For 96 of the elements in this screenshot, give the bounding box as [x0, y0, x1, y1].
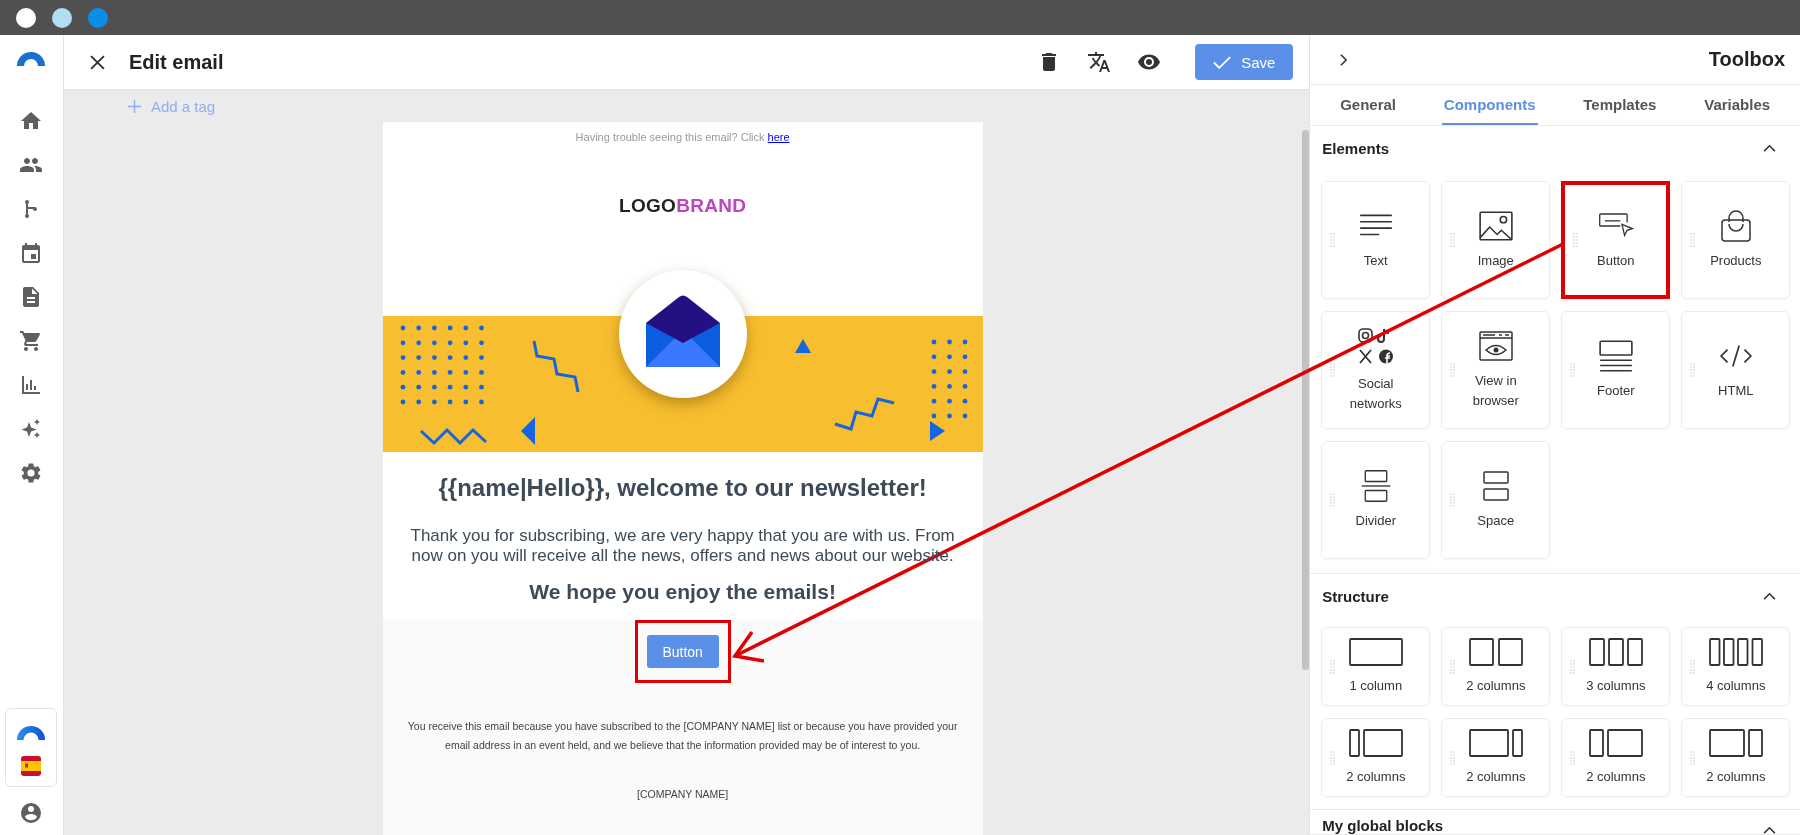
- column-layout-icon: [1468, 728, 1523, 757]
- window-dot[interactable]: [88, 7, 108, 28]
- column-layout-icon: [1708, 728, 1763, 757]
- page-title: Edit email: [128, 50, 224, 74]
- component-card[interactable]: HTML: [1681, 311, 1791, 429]
- window-dot[interactable]: [52, 7, 72, 28]
- column-layout-icon: [1588, 637, 1643, 666]
- brand-logo-icon[interactable]: [16, 723, 47, 740]
- component-label: 2 columns: [1585, 767, 1647, 786]
- component-card[interactable]: 3 columns: [1561, 627, 1671, 706]
- component-label: View in browser: [1471, 372, 1520, 410]
- component-card[interactable]: View in browser: [1441, 311, 1551, 429]
- section-title: Structure: [1322, 587, 1389, 605]
- drag-handle-icon[interactable]: [1450, 363, 1456, 377]
- drag-handle-icon[interactable]: [1690, 233, 1696, 247]
- drag-handle-icon[interactable]: [1690, 363, 1696, 377]
- component-card[interactable]: 2 columns: [1681, 718, 1791, 797]
- component-label: Image: [1476, 252, 1515, 270]
- component-card[interactable]: 2 columns: [1321, 718, 1431, 797]
- translate-icon[interactable]: [1087, 50, 1112, 74]
- drag-handle-icon[interactable]: [1450, 493, 1456, 507]
- component-card[interactable]: Space: [1441, 441, 1551, 559]
- column-layout-icon: [1348, 637, 1403, 666]
- component-card[interactable]: 4 columns: [1681, 627, 1791, 706]
- section-title: My global blocks: [1322, 817, 1444, 834]
- chevron-up-icon[interactable]: [1763, 592, 1776, 600]
- company-name: [COMPANY NAME]: [637, 788, 729, 800]
- preheader-text: Having trouble seeing this email? Click here: [575, 131, 790, 143]
- browser-eye-icon: [1477, 329, 1514, 363]
- chevron-up-icon[interactable]: [1763, 144, 1776, 152]
- column-layout-icon: [1348, 728, 1403, 757]
- component-label: 2 columns: [1345, 767, 1407, 786]
- component-card[interactable]: Text: [1321, 181, 1431, 299]
- close-icon[interactable]: [89, 54, 105, 70]
- drag-handle-icon[interactable]: [1450, 659, 1456, 674]
- component-card[interactable]: 2 columns: [1441, 627, 1551, 706]
- spain-flag-icon[interactable]: [21, 756, 42, 776]
- drag-handle-icon[interactable]: [1330, 233, 1336, 247]
- component-label: 2 columns: [1465, 676, 1527, 695]
- footer-note: You receive this email because you have subscribed to the [COMPANY NAME] list or because you have provided your email address in an event held, and we believe that the information provided may be of interest to you.: [406, 719, 959, 753]
- view-online-link[interactable]: here: [767, 131, 790, 143]
- scrollbar[interactable]: [1302, 130, 1310, 670]
- panel-tab[interactable]: Templates: [1581, 85, 1659, 125]
- component-card[interactable]: Image: [1441, 181, 1551, 299]
- component-label: Text: [1362, 252, 1389, 270]
- email-heading: {{name|Hello}}, welcome to our newsletter!: [438, 474, 927, 502]
- component-label: Divider: [1354, 512, 1397, 530]
- drag-handle-icon[interactable]: [1450, 233, 1456, 247]
- component-card[interactable]: 2 columns: [1441, 718, 1551, 797]
- component-label: Button: [1596, 252, 1636, 270]
- panel-tab[interactable]: General: [1338, 85, 1399, 125]
- drag-handle-icon[interactable]: [1330, 659, 1336, 674]
- component-card[interactable]: 1 column: [1321, 627, 1431, 706]
- drag-handle-icon[interactable]: [1330, 750, 1336, 765]
- checkmark-icon: [1213, 55, 1232, 69]
- drag-handle-icon[interactable]: [1573, 233, 1579, 247]
- component-card[interactable]: Social networks: [1321, 311, 1431, 429]
- component-label: 1 column: [1348, 676, 1404, 695]
- component-label: 2 columns: [1705, 767, 1767, 786]
- social-icons-drawing: [1355, 326, 1396, 366]
- component-label: 3 columns: [1585, 676, 1647, 695]
- email-subheading: We hope you enjoy the emails!: [529, 580, 836, 604]
- chevron-right-icon[interactable]: [1339, 52, 1349, 67]
- component-card[interactable]: 2 columns: [1561, 718, 1671, 797]
- footer-layout-icon: [1597, 339, 1634, 373]
- drag-handle-icon[interactable]: [1330, 493, 1336, 507]
- component-label: 2 columns: [1465, 767, 1527, 786]
- component-label: HTML: [1717, 382, 1755, 400]
- plus-icon: [127, 99, 141, 113]
- component-card[interactable]: Divider: [1321, 441, 1431, 559]
- column-layout-icon: [1708, 637, 1763, 666]
- component-card[interactable]: Products: [1681, 181, 1791, 299]
- drag-handle-icon[interactable]: [1690, 659, 1696, 674]
- component-label: Social networks: [1348, 375, 1403, 413]
- component-label: 4 columns: [1705, 676, 1767, 695]
- drag-handle-icon[interactable]: [1570, 659, 1576, 674]
- user-account-icon[interactable]: [19, 801, 44, 825]
- image-icon: [1477, 209, 1514, 243]
- component-label: Products: [1709, 252, 1763, 270]
- component-card[interactable]: Footer: [1561, 311, 1671, 429]
- column-layout-icon: [1468, 637, 1523, 666]
- drag-handle-icon[interactable]: [1450, 750, 1456, 765]
- drag-handle-icon[interactable]: [1330, 363, 1336, 377]
- component-label: Footer: [1596, 382, 1636, 400]
- panel-tab[interactable]: Variables: [1702, 85, 1773, 125]
- component-label: Space: [1476, 512, 1516, 530]
- brand-logo: LOGOBRAND: [619, 195, 747, 217]
- window-dot[interactable]: [16, 7, 36, 28]
- chevron-up-icon[interactable]: [1763, 826, 1776, 834]
- panel-title: Toolbox: [1708, 48, 1785, 71]
- section-title: Elements: [1322, 139, 1389, 157]
- drag-handle-icon[interactable]: [1690, 750, 1696, 765]
- component-card[interactable]: Button: [1561, 181, 1671, 299]
- drag-handle-icon[interactable]: [1570, 363, 1576, 377]
- drag-handle-icon[interactable]: [1570, 750, 1576, 765]
- column-layout-icon: [1588, 728, 1643, 757]
